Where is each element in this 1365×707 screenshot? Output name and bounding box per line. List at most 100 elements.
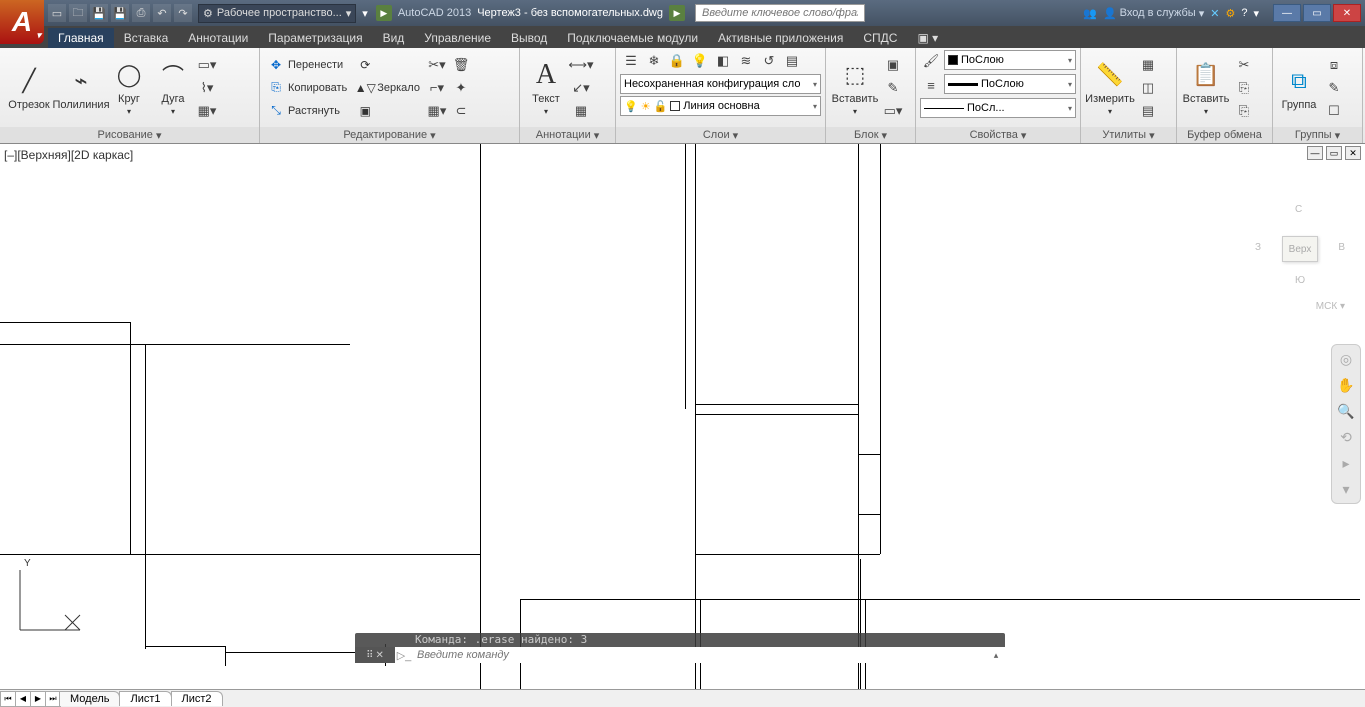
copy-clip-icon[interactable]: ⎘ <box>1233 77 1255 99</box>
leader-icon[interactable]: ↙▾ <box>570 77 592 99</box>
close-button[interactable]: ✕ <box>1333 4 1361 22</box>
erase-icon[interactable]: 🗑 <box>450 54 472 76</box>
group-button[interactable]: ⧉Группа <box>1277 51 1321 125</box>
panel-props-title[interactable]: Свойства ▾ <box>916 127 1080 143</box>
arc-button[interactable]: ⌒Дуга▾ <box>152 51 194 125</box>
tab-insert[interactable]: Вставка <box>114 28 179 48</box>
command-input[interactable] <box>413 649 987 661</box>
spline-icon[interactable]: ⌇▾ <box>196 77 218 99</box>
cmd-handle[interactable]: ⠿✕ <box>355 647 395 663</box>
workspace-dropdown[interactable]: Рабочее пространство... ▾ <box>198 4 356 23</box>
list-icon[interactable]: ≡ <box>920 74 942 96</box>
tab-first-button[interactable]: ⏮ <box>0 691 16 707</box>
exchange-icon[interactable]: ✕ <box>1210 7 1219 20</box>
tab-sheet1[interactable]: Лист1 <box>119 691 171 706</box>
scale-button[interactable]: ▣ <box>353 100 424 122</box>
layer-lock-icon[interactable]: 🔒 <box>666 50 688 72</box>
viewcube[interactable]: С З В Ю Верх МСК ▾ <box>1255 204 1345 294</box>
doc-min-button[interactable]: — <box>1307 146 1323 160</box>
polyline-button[interactable]: ⌁Полилиния <box>56 51 106 125</box>
tab-model[interactable]: Модель <box>59 691 120 706</box>
doc-max-button[interactable]: ▭ <box>1326 146 1342 160</box>
infocenter-icon[interactable]: 👥 <box>1083 7 1097 20</box>
tab-view[interactable]: Вид <box>373 28 415 48</box>
help-icon[interactable]: ? <box>1241 7 1247 19</box>
orbit-icon[interactable]: ⟲ <box>1336 427 1356 447</box>
edit-block-icon[interactable]: ✎ <box>882 77 904 99</box>
redo-icon[interactable]: ↷ <box>174 4 192 22</box>
open-icon[interactable]: 🗀 <box>69 4 87 22</box>
tab-apps[interactable]: Активные приложения <box>708 28 853 48</box>
move-button[interactable]: ✥Перенести <box>264 54 351 76</box>
new-icon[interactable]: ▭ <box>48 4 66 22</box>
tab-prev-button[interactable]: ◀ <box>15 691 31 707</box>
tab-parametric[interactable]: Параметризация <box>258 28 372 48</box>
tab-spds[interactable]: СПДС <box>853 28 907 48</box>
table-icon[interactable]: ▦ <box>570 100 592 122</box>
copy-button[interactable]: ⎘Копировать <box>264 77 351 99</box>
match-prop-icon[interactable]: 🖌 <box>920 50 942 72</box>
viewcube-top[interactable]: Верх <box>1282 236 1318 262</box>
tab-home[interactable]: Главная <box>48 28 114 48</box>
search-input[interactable] <box>695 4 865 22</box>
insert-block-button[interactable]: ⬚Вставить▾ <box>830 51 880 125</box>
minimize-button[interactable]: — <box>1273 4 1301 22</box>
maximize-button[interactable]: ▭ <box>1303 4 1331 22</box>
panel-block-title[interactable]: Блок ▾ <box>826 127 915 143</box>
copy-base-icon[interactable]: ⎘ <box>1233 100 1255 122</box>
circle-button[interactable]: ◯Круг▾ <box>108 51 150 125</box>
cmd-history-button[interactable]: ▴ <box>987 650 1005 661</box>
layer-state-dropdown[interactable]: Несохраненная конфигурация сло <box>620 74 821 94</box>
app-menu-button[interactable]: A <box>0 0 44 44</box>
drawing-area[interactable]: [–][Верхняя][2D каркас] — ▭ ✕ Y С З В Ю … <box>0 144 1365 689</box>
layer-match-icon[interactable]: ≋ <box>735 50 757 72</box>
play-icon-2[interactable]: ▶ <box>669 5 685 21</box>
pan-icon[interactable]: ✋ <box>1336 375 1356 395</box>
saveas-icon[interactable]: 💾 <box>111 4 129 22</box>
lineweight-dropdown[interactable]: ПоСлою <box>944 74 1076 94</box>
steering-wheel-icon[interactable]: ◎ <box>1336 349 1356 369</box>
panel-group-title[interactable]: Группы ▾ <box>1273 127 1362 143</box>
layer-off-icon[interactable]: 💡 <box>689 50 711 72</box>
layer-freeze-icon[interactable]: ❄ <box>643 50 665 72</box>
measure-button[interactable]: 📏Измерить▾ <box>1085 51 1135 125</box>
layer-iso-icon[interactable]: ◧ <box>712 50 734 72</box>
group-edit-icon[interactable]: ✎ <box>1323 77 1345 99</box>
cut-icon[interactable]: ✂ <box>1233 54 1255 76</box>
viewport-label[interactable]: [–][Верхняя][2D каркас] <box>4 148 133 162</box>
tab-annotate[interactable]: Аннотации <box>178 28 258 48</box>
panel-draw-title[interactable]: Рисование ▾ <box>0 127 259 143</box>
offset-icon[interactable]: ⊂ <box>450 100 472 122</box>
plot-icon[interactable]: ⎙ <box>132 4 150 22</box>
layer-prev-icon[interactable]: ↺ <box>758 50 780 72</box>
zoom-icon[interactable]: 🔍 <box>1336 401 1356 421</box>
group-sel-icon[interactable]: ☐ <box>1323 100 1345 122</box>
ungroup-icon[interactable]: ⧈ <box>1323 54 1345 76</box>
tab-output[interactable]: Вывод <box>501 28 557 48</box>
calc-icon[interactable]: ▤ <box>1137 100 1159 122</box>
panel-layers-title[interactable]: Слои ▾ <box>616 127 825 143</box>
help-icon-small[interactable]: ⚙ <box>1225 7 1235 20</box>
panel-annot-title[interactable]: Аннотации ▾ <box>520 127 615 143</box>
tab-next-button[interactable]: ▶ <box>30 691 46 707</box>
save-icon[interactable]: 💾 <box>90 4 108 22</box>
rotate-button[interactable]: ⟳ <box>353 54 424 76</box>
qselect-icon[interactable]: ◫ <box>1137 77 1159 99</box>
select-icon[interactable]: ▦ <box>1137 54 1159 76</box>
tab-manage[interactable]: Управление <box>414 28 501 48</box>
linetype-dropdown[interactable]: ПоСл... <box>920 98 1076 118</box>
array-icon[interactable]: ▦▾ <box>426 100 448 122</box>
mirror-button[interactable]: ▲▽Зеркало <box>353 77 424 99</box>
panel-util-title[interactable]: Утилиты ▾ <box>1081 127 1176 143</box>
fillet-icon[interactable]: ⌐▾ <box>426 77 448 99</box>
rect-icon[interactable]: ▭▾ <box>196 54 218 76</box>
undo-icon[interactable]: ↶ <box>153 4 171 22</box>
dim-icon[interactable]: ⟷▾ <box>570 54 592 76</box>
tab-sheet2[interactable]: Лист2 <box>171 691 223 706</box>
layer-prop-icon[interactable]: ☰ <box>620 50 642 72</box>
stretch-button[interactable]: ⤡Растянуть <box>264 100 351 122</box>
create-block-icon[interactable]: ▣ <box>882 54 904 76</box>
paste-button[interactable]: 📋Вставить▾ <box>1181 51 1231 125</box>
layer-current-dropdown[interactable]: 💡☀🔓Линия основна <box>620 96 821 116</box>
doc-close-button[interactable]: ✕ <box>1345 146 1361 160</box>
